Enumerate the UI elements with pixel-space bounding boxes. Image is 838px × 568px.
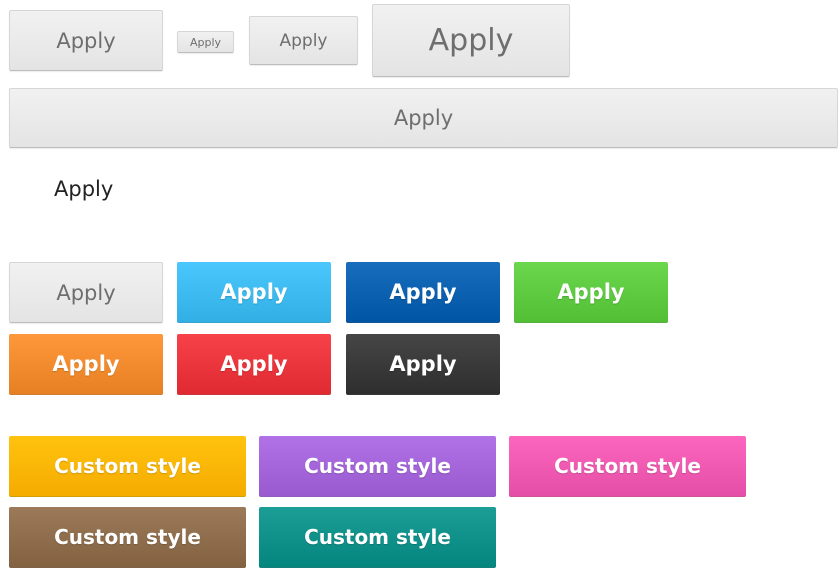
apply-button-info[interactable]: Apply xyxy=(177,262,331,323)
apply-button-mini[interactable]: Apply xyxy=(177,31,234,53)
apply-button-large[interactable]: Apply xyxy=(372,4,570,77)
apply-button-label: Apply xyxy=(54,177,114,201)
apply-button-danger[interactable]: Apply xyxy=(177,334,331,395)
apply-button-small[interactable]: Apply xyxy=(249,16,358,65)
apply-button-label: Apply xyxy=(279,30,328,51)
apply-button-label: Apply xyxy=(220,280,288,304)
custom-style-button-pink[interactable]: Custom style xyxy=(509,436,746,497)
custom-style-button-label: Custom style xyxy=(54,454,201,478)
custom-style-button-label: Custom style xyxy=(304,525,451,549)
custom-style-button-label: Custom style xyxy=(54,525,201,549)
apply-button-label: Apply xyxy=(389,280,457,304)
apply-button-label: Apply xyxy=(56,280,116,305)
custom-style-button-purple[interactable]: Custom style xyxy=(259,436,496,497)
custom-style-button-brown[interactable]: Custom style xyxy=(9,507,246,568)
apply-link-button[interactable]: Apply xyxy=(54,177,113,201)
custom-style-button-label: Custom style xyxy=(304,454,451,478)
apply-button-label: Apply xyxy=(557,280,625,304)
custom-style-button-label: Custom style xyxy=(554,454,701,478)
apply-button-inverse[interactable]: Apply xyxy=(346,334,500,395)
apply-button-label: Apply xyxy=(56,28,116,53)
apply-button-block[interactable]: Apply xyxy=(9,88,838,148)
apply-button-medium[interactable]: Apply xyxy=(9,10,163,71)
apply-button-primary[interactable]: Apply xyxy=(346,262,500,323)
apply-button-label: Apply xyxy=(428,23,514,58)
apply-button-warning[interactable]: Apply xyxy=(9,334,163,395)
custom-style-button-teal[interactable]: Custom style xyxy=(259,507,496,568)
apply-button-label: Apply xyxy=(189,35,222,49)
apply-button-label: Apply xyxy=(52,352,120,376)
apply-button-label: Apply xyxy=(220,352,288,376)
custom-style-button-yellow[interactable]: Custom style xyxy=(9,436,246,497)
apply-button-default[interactable]: Apply xyxy=(9,262,163,323)
apply-button-success[interactable]: Apply xyxy=(514,262,668,323)
apply-button-label: Apply xyxy=(389,352,457,376)
apply-button-label: Apply xyxy=(393,106,454,130)
